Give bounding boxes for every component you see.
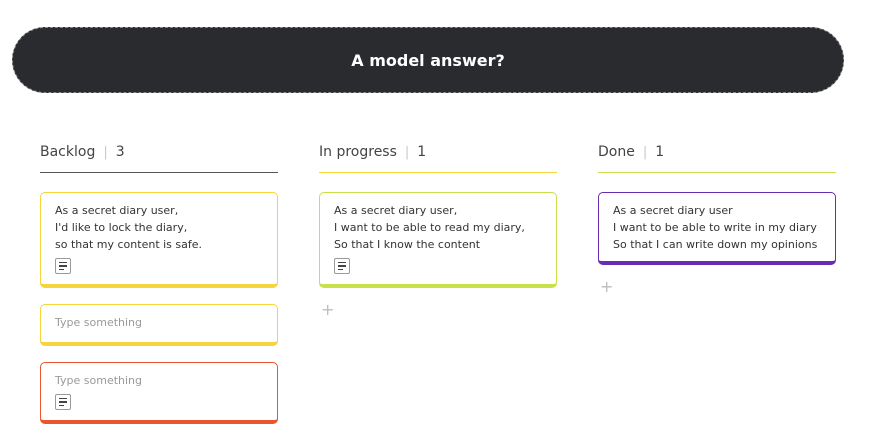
note-icon[interactable]	[334, 258, 350, 274]
column-count: 1	[655, 144, 665, 160]
column-header: In progress | 1	[319, 136, 557, 173]
card-line: As a secret diary user	[613, 204, 733, 217]
card-line: I want to be able to read my diary,	[334, 221, 525, 234]
board-header: A model answer?	[12, 27, 844, 93]
card-empty-red[interactable]: Type something	[40, 362, 278, 424]
board-title: A model answer?	[351, 50, 505, 70]
column-in-progress: In progress | 1 As a secret diary user, …	[319, 136, 557, 318]
separator: |	[404, 144, 410, 160]
add-card-button[interactable]: +	[321, 302, 557, 318]
separator: |	[642, 144, 648, 160]
column-header: Backlog | 3	[40, 136, 278, 173]
card-placeholder[interactable]: Type something	[55, 372, 263, 389]
card-line: I want to be able to write in my diary	[613, 221, 817, 234]
card-lock-diary[interactable]: As a secret diary user, I'd like to lock…	[40, 192, 278, 288]
note-icon[interactable]	[55, 394, 71, 410]
column-count: 3	[115, 144, 125, 160]
separator: |	[103, 144, 108, 160]
card-line: So that I know the content	[334, 238, 481, 251]
card-write-diary[interactable]: As a secret diary user I want to be able…	[598, 192, 836, 265]
column-header: Done | 1	[598, 136, 836, 173]
card-line: I'd like to lock the diary,	[55, 221, 188, 234]
column-title: Done	[598, 144, 635, 160]
note-icon[interactable]	[55, 258, 71, 274]
card-line: so that my content is safe.	[55, 238, 203, 251]
card-read-diary[interactable]: As a secret diary user, I want to be abl…	[319, 192, 557, 288]
column-done: Done | 1 As a secret diary user I want t…	[598, 136, 836, 295]
add-card-button[interactable]: +	[600, 279, 836, 295]
card-line: As a secret diary user,	[334, 204, 458, 217]
column-title: Backlog	[40, 144, 96, 160]
card-line: As a secret diary user,	[55, 204, 179, 217]
card-line: So that I can write down my opinions	[613, 238, 818, 251]
column-title: In progress	[319, 144, 397, 160]
column-count: 1	[417, 144, 427, 160]
card-placeholder[interactable]: Type something	[55, 316, 142, 329]
column-backlog: Backlog | 3 As a secret diary user, I'd …	[40, 136, 278, 424]
card-empty-yellow[interactable]: Type something	[40, 304, 278, 346]
